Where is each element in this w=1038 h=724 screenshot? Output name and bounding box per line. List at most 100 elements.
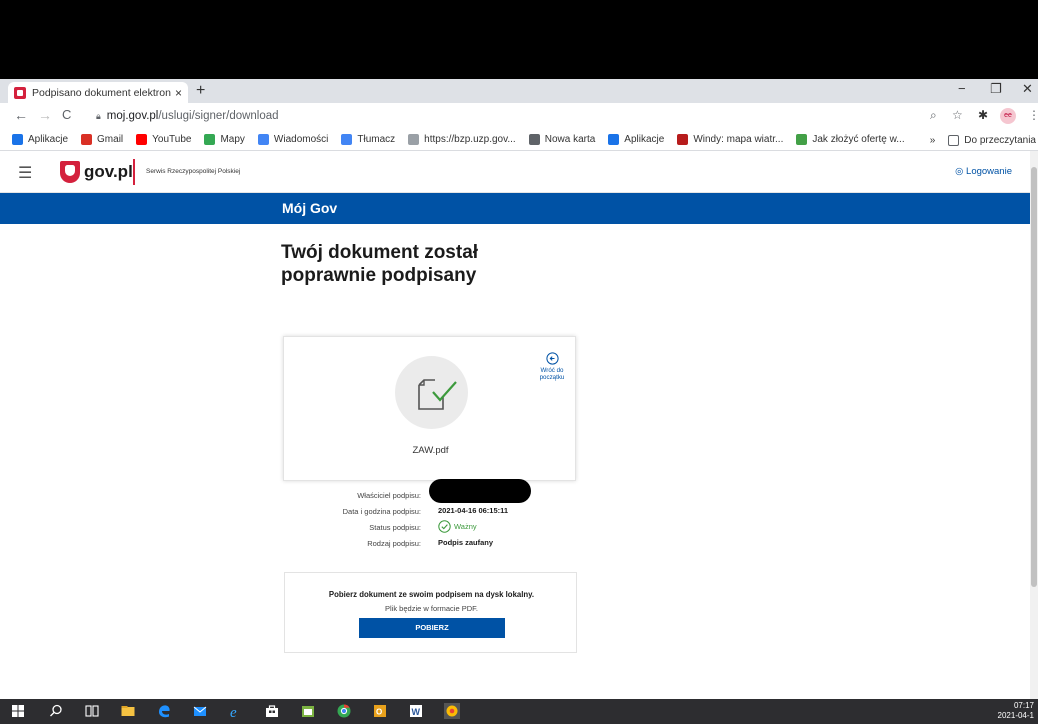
- owner-label: Właściciel podpisu:: [357, 491, 421, 500]
- close-window-button[interactable]: ✕: [1022, 81, 1033, 97]
- clock-date: 2021-04-1: [997, 711, 1034, 720]
- bookmark-favicon-icon: [608, 134, 620, 145]
- bookmark-label: Tłumacz: [357, 134, 396, 145]
- reload-button[interactable]: C: [62, 107, 71, 122]
- internet-explorer-icon[interactable]: e: [228, 703, 244, 719]
- address-bar[interactable]: 🔒︎ moj.gov.pl/uslugi/signer/download: [88, 106, 923, 126]
- date-value: 2021-04-16 06:15:11: [438, 506, 509, 515]
- tab-close-icon[interactable]: ×: [175, 86, 182, 100]
- reading-list-label: Do przeczytania: [964, 134, 1036, 146]
- bookmark-label: Aplikacje: [28, 134, 69, 145]
- gov-favicon-icon: [14, 86, 26, 99]
- svg-text:W: W: [412, 707, 421, 717]
- bookmark-favicon-icon: [12, 134, 23, 145]
- bookmark-star-icon[interactable]: ☆: [952, 108, 963, 122]
- extensions-icon[interactable]: ✱: [978, 108, 988, 122]
- bookmark-favicon-icon: [136, 134, 148, 145]
- file-explorer-icon[interactable]: [120, 703, 136, 719]
- bookmarks-bar: Aplikacje Gmail YouTube Mapy Wiadomości Tłuma…: [0, 129, 1038, 151]
- store-icon[interactable]: [264, 703, 280, 719]
- bookmark-item[interactable]: Windy: mapa wiatr...: [677, 134, 783, 145]
- bookmark-label: Windy: mapa wiatr...: [693, 134, 784, 145]
- windows-start-icon[interactable]: [10, 703, 26, 719]
- bookmark-label: Nowa karta: [544, 134, 596, 145]
- new-tab-button[interactable]: +: [196, 82, 205, 100]
- page-title-line1: Twój dokument został: [281, 242, 479, 263]
- bookmark-item[interactable]: Gmail: [81, 134, 123, 145]
- word-icon[interactable]: W: [408, 703, 424, 719]
- download-box: Pobierz dokument ze swoim podpisem na dy…: [284, 572, 577, 653]
- menu-kebab-icon[interactable]: ⋮: [1028, 108, 1038, 122]
- bookmark-item[interactable]: Wiadomości: [257, 134, 329, 145]
- reading-list-button[interactable]: Do przeczytania: [948, 134, 1036, 146]
- mail-icon[interactable]: [192, 703, 208, 719]
- tab-strip: Podpisano dokument elektronicz × + − ❐ ✕: [0, 79, 1038, 103]
- svg-text:O: O: [376, 708, 382, 717]
- bookmark-favicon-icon: [341, 134, 353, 145]
- forward-button[interactable]: →: [38, 107, 52, 123]
- bookmark-item[interactable]: Jak złożyć ofertę w...: [796, 134, 905, 145]
- windows-taskbar: e O W 07:17 2021-04-1: [0, 699, 1038, 724]
- status-row: Status podpisu: Ważny: [283, 520, 613, 536]
- bookmark-label: YouTube: [152, 134, 192, 145]
- download-button[interactable]: POBIERZ: [359, 618, 505, 638]
- svg-text:e: e: [230, 705, 237, 719]
- redacted-owner: [429, 479, 531, 503]
- login-link[interactable]: ◎ Logowanie: [955, 166, 1012, 177]
- restore-button[interactable]: ❐: [990, 81, 1002, 97]
- date-label: Data i godzina podpisu:: [342, 507, 421, 516]
- page-title: Twój dokument został poprawnie podpisany: [281, 241, 581, 287]
- bookmark-favicon-icon: [796, 134, 808, 145]
- scrollbar-thumb[interactable]: [1031, 167, 1037, 587]
- profile-avatar[interactable]: ee: [1000, 108, 1016, 124]
- bookmarks-overflow-button[interactable]: »: [930, 135, 936, 146]
- bookmarks-right: » Do przeczytania: [923, 129, 1038, 150]
- bookmark-favicon-icon: [81, 134, 93, 145]
- service-title[interactable]: Mój Gov: [282, 200, 337, 216]
- web-page: ☰ gov.pl Serwis Rzeczypospolitej Polskie…: [0, 151, 1038, 699]
- gov-logo[interactable]: gov.pl: [84, 162, 133, 182]
- bookmark-label: Jak złożyć ofertę w...: [812, 134, 905, 145]
- task-view-icon[interactable]: [84, 703, 100, 719]
- page-scrollbar[interactable]: [1030, 151, 1038, 699]
- outlook-icon[interactable]: O: [372, 703, 388, 719]
- chrome-active-icon[interactable]: [444, 703, 460, 719]
- bookmark-item[interactable]: Nowa karta: [528, 134, 596, 145]
- back-label-line1: Wróć do: [540, 367, 564, 374]
- bookmark-item[interactable]: YouTube: [136, 134, 191, 145]
- lock-icon: 🔒︎: [96, 110, 101, 121]
- type-row: Rodzaj podpisu: Podpis zaufany: [283, 536, 613, 552]
- bookmark-favicon-icon: [257, 134, 269, 145]
- document-filename: ZAW.pdf: [412, 445, 449, 456]
- hamburger-menu-icon[interactable]: ☰: [18, 163, 32, 183]
- user-icon: ◎: [955, 166, 967, 177]
- search-icon[interactable]: [48, 703, 64, 719]
- chrome-icon[interactable]: [336, 703, 352, 719]
- page-title-line2: poprawnie podpisany: [281, 265, 477, 286]
- bookmark-item[interactable]: https://bzp.uzp.gov...: [408, 134, 516, 145]
- bookmark-item[interactable]: Mapy: [204, 134, 245, 145]
- url-path: /uslugi/signer/download: [158, 110, 279, 122]
- bookmark-item[interactable]: Aplikacje: [608, 134, 664, 145]
- browser-tab[interactable]: Podpisano dokument elektronicz ×: [8, 82, 188, 103]
- browser-toolbar: ← → C 🔒︎ moj.gov.pl/uslugi/signer/downlo…: [0, 103, 1038, 129]
- bookmark-item[interactable]: Tłumacz: [341, 134, 395, 145]
- taskbar-clock[interactable]: 07:17 2021-04-1: [998, 701, 1034, 721]
- bookmark-label: Aplikacje: [624, 134, 665, 145]
- back-button[interactable]: ←: [14, 107, 28, 123]
- calendar-app-icon[interactable]: [300, 703, 316, 719]
- back-to-start-link[interactable]: Wróć do początku: [537, 352, 567, 381]
- bookmark-label: Wiadomości: [273, 134, 329, 145]
- bookmark-label: Gmail: [97, 134, 124, 145]
- minimize-button[interactable]: −: [958, 81, 966, 96]
- download-heading: Pobierz dokument ze swoim podpisem na dy…: [328, 590, 535, 599]
- type-value: Podpis zaufany: [438, 538, 494, 547]
- zoom-icon[interactable]: ⌕: [930, 108, 937, 123]
- bookmark-label: https://bzp.uzp.gov...: [424, 134, 516, 145]
- bookmark-item[interactable]: Aplikacje: [12, 134, 68, 145]
- type-label: Rodzaj podpisu:: [367, 539, 421, 548]
- tab-title: Podpisano dokument elektronicz: [32, 86, 171, 99]
- bookmark-favicon-icon: [408, 134, 420, 145]
- edge-icon[interactable]: [156, 703, 172, 719]
- service-band: Mój Gov: [0, 193, 1030, 224]
